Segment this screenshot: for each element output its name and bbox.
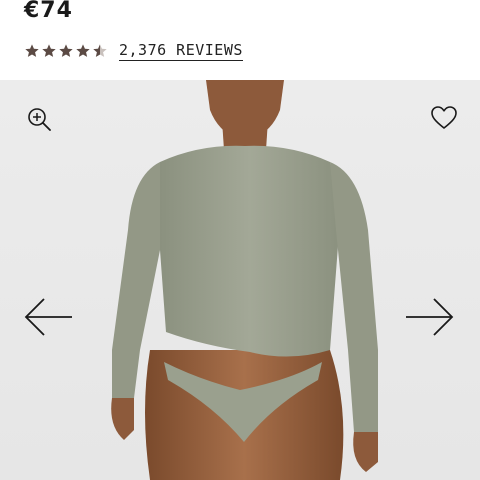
star-rating <box>24 43 109 59</box>
zoom-in-button[interactable] <box>24 104 54 134</box>
star-icon <box>76 44 90 57</box>
arrow-right-icon <box>406 298 454 336</box>
product-photo <box>111 80 378 480</box>
heart-outline-icon <box>431 106 457 129</box>
next-image-button[interactable] <box>402 294 458 340</box>
previous-image-button[interactable] <box>20 294 76 340</box>
rating-row: 2,376 REVIEWS <box>24 40 243 62</box>
star-icon <box>59 44 73 57</box>
product-price: €74 <box>24 0 73 23</box>
star-half-icon <box>93 44 107 57</box>
product-image-gallery[interactable] <box>0 80 480 480</box>
zoom-in-icon <box>28 108 51 131</box>
star-icon <box>25 44 39 57</box>
wishlist-button[interactable] <box>428 102 460 134</box>
arrow-left-icon <box>24 298 72 336</box>
reviews-link[interactable]: 2,376 REVIEWS <box>119 41 243 61</box>
star-icon <box>42 44 56 57</box>
